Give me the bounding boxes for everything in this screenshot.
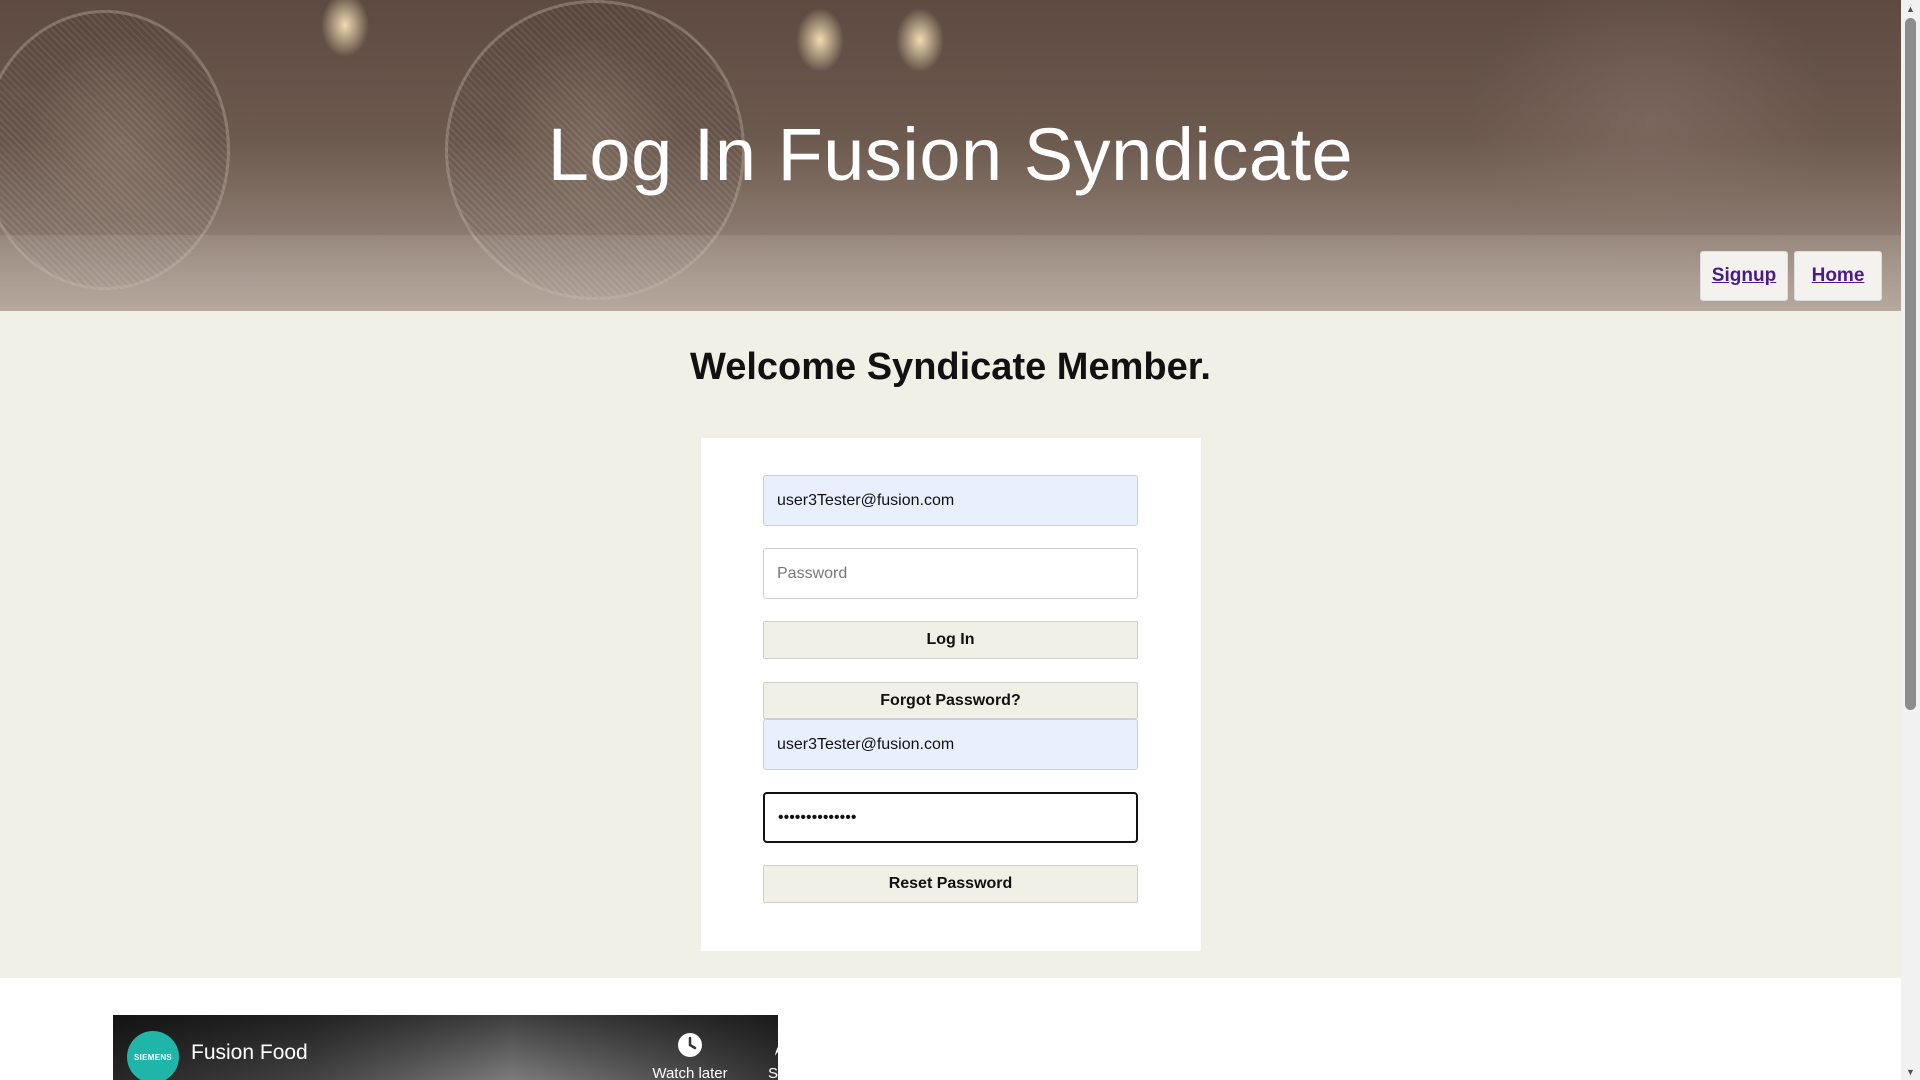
home-link[interactable]: Home: [1794, 251, 1882, 301]
forgot-password-button[interactable]: Forgot Password?: [763, 682, 1138, 719]
share-button[interactable]: Share: [743, 1031, 778, 1080]
reset-password-input[interactable]: [763, 792, 1138, 843]
video-section: SIEMENS Fusion Food Watch later Share: [0, 978, 1901, 1080]
vertical-scrollbar[interactable]: ▲ ▼: [1901, 0, 1920, 1080]
welcome-heading: Welcome Syndicate Member.: [690, 346, 1211, 388]
hero-header: Log In Fusion Syndicate Signup Home: [0, 0, 1901, 311]
reset-password-button[interactable]: Reset Password: [763, 865, 1138, 903]
embedded-video[interactable]: SIEMENS Fusion Food Watch later Share: [113, 1015, 778, 1080]
page: Log In Fusion Syndicate Signup Home Welc…: [0, 0, 1901, 1080]
watch-later-label: Watch later: [652, 1065, 728, 1080]
login-email-input[interactable]: [763, 475, 1138, 526]
share-icon: [775, 1047, 778, 1056]
watch-later-button[interactable]: Watch later: [645, 1031, 735, 1080]
decor-dining-tables: [0, 235, 1901, 311]
video-title[interactable]: Fusion Food: [191, 1041, 308, 1065]
clock-icon: [678, 1033, 702, 1057]
scroll-up-arrow-icon[interactable]: ▲: [1901, 0, 1920, 17]
scroll-thumb[interactable]: [1905, 18, 1916, 710]
reset-email-input[interactable]: [763, 719, 1138, 770]
login-card: Log In Forgot Password? Reset Password: [701, 438, 1201, 951]
channel-avatar[interactable]: SIEMENS: [127, 1031, 179, 1080]
login-button[interactable]: Log In: [763, 621, 1138, 659]
signup-link[interactable]: Signup: [1700, 251, 1788, 301]
main-content: Welcome Syndicate Member. Log In Forgot …: [0, 311, 1901, 978]
scroll-down-arrow-icon[interactable]: ▼: [1901, 1063, 1920, 1080]
login-password-input[interactable]: [763, 548, 1138, 599]
share-label: Share: [767, 1065, 778, 1080]
page-title: Log In Fusion Syndicate: [547, 113, 1354, 196]
